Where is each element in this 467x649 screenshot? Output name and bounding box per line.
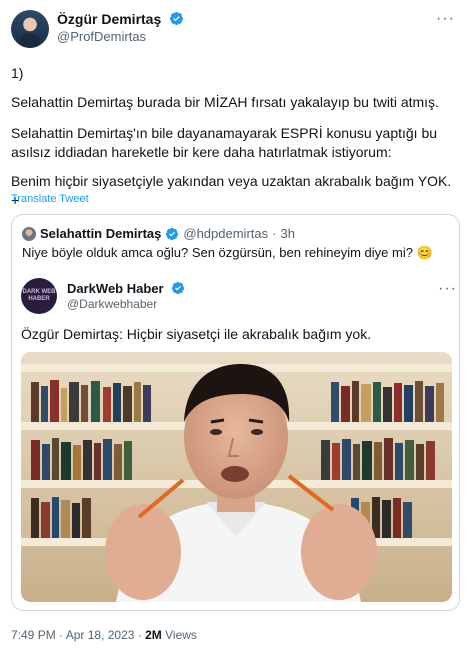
- inner-tweet-text: Özgür Demirtaş: Hiçbir siyasetçi ile akr…: [21, 326, 372, 342]
- avatar-text-2: HABER: [28, 296, 50, 302]
- inner-author-row[interactable]: DarkWeb Haber: [67, 280, 185, 298]
- darkweb-avatar[interactable]: DARK WEB HABER: [21, 278, 57, 314]
- author-name-row[interactable]: Özgür Demirtaş: [57, 11, 184, 29]
- quoted-author-name[interactable]: Selahattin Demirtaş: [40, 226, 161, 241]
- quoted-author-avatar[interactable]: [22, 226, 36, 241]
- tweet-time[interactable]: 7:49 PM: [11, 628, 56, 642]
- verified-badge-icon: [166, 227, 179, 240]
- tweet-line-3: Selahattin Demirtaş'ın bile dayanamayara…: [11, 125, 438, 160]
- dot-separator: ·: [137, 628, 142, 642]
- more-horizontal-icon[interactable]: ···: [438, 280, 457, 298]
- inner-author-handle[interactable]: @Darkwebhaber: [67, 297, 157, 311]
- video-frame-illustration: [21, 352, 452, 602]
- tweet-footer: 7:49 PM · Apr 18, 2023 · 2M Views: [11, 628, 197, 642]
- quoted-tweet-text: Niye böyle olduk amca oğlu? Sen özgürsün…: [22, 245, 433, 260]
- author-name[interactable]: Özgür Demirtaş: [57, 11, 161, 27]
- tweet-line-2: Selahattin Demirtaş burada bir MİZAH fır…: [11, 94, 439, 110]
- quoted-tweet-time[interactable]: 3h: [280, 226, 294, 241]
- quoted-tweet-header: Selahattin Demirtaş @hdpdemirtas · 3h: [22, 226, 295, 241]
- more-horizontal-icon[interactable]: ···: [436, 10, 455, 28]
- verified-badge-icon: [171, 281, 185, 295]
- dot-separator: ·: [272, 226, 277, 241]
- views-label: Views: [165, 628, 197, 642]
- translate-tweet-link[interactable]: Translate Tweet: [11, 193, 89, 205]
- avatar-text-1: DARK WEB: [22, 289, 56, 295]
- views-count[interactable]: 2M: [145, 628, 162, 642]
- tweet-video[interactable]: [21, 352, 452, 602]
- tweet-line-1: 1): [11, 65, 24, 81]
- quoted-author-handle[interactable]: @hdpdemirtas: [183, 226, 268, 241]
- inner-author-name[interactable]: DarkWeb Haber: [67, 281, 164, 296]
- dot-separator: ·: [59, 628, 64, 642]
- author-handle[interactable]: @ProfDemirtas: [57, 29, 146, 44]
- tweet-date[interactable]: Apr 18, 2023: [66, 628, 135, 642]
- verified-badge-icon: [169, 11, 183, 26]
- author-avatar[interactable]: [11, 10, 49, 48]
